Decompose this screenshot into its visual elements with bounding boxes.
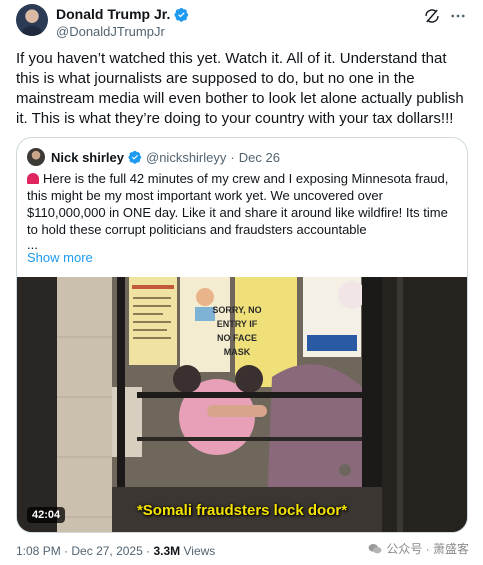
quoted-text: Here is the full 42 minutes of my crew a… — [27, 171, 449, 237]
author-handle[interactable]: @DonaldJTrumpJr — [56, 24, 165, 39]
tweet-date[interactable]: Dec 27, 2025 — [71, 544, 142, 558]
svg-text:NO FACE: NO FACE — [217, 333, 257, 343]
separator-dot: · — [230, 149, 235, 165]
siren-icon — [27, 173, 39, 184]
views-label: Views — [183, 544, 216, 558]
author-name-line: Donald Trump Jr. — [56, 6, 189, 22]
svg-text:ENTRY IF: ENTRY IF — [217, 319, 258, 329]
tweet-time[interactable]: 1:08 PM — [16, 544, 61, 558]
separator-dot: · — [64, 544, 69, 558]
video-caption: *Somali fraudsters lock door* — [136, 502, 348, 519]
quoted-tweet-header: Nick shirley @nickshirleyy · Dec 26 — [27, 148, 280, 166]
grok-icon[interactable] — [423, 7, 441, 25]
quoted-text-block: Here is the full 42 minutes of my crew a… — [27, 170, 459, 238]
quoted-author-name[interactable]: Nick shirley — [51, 150, 124, 165]
more-icon[interactable] — [449, 7, 467, 25]
tweet-text: If you haven’t watched this yet. Watch i… — [16, 50, 464, 127]
views-count: 3.3M — [153, 544, 181, 558]
watermark: 公众号 · 萧盛客 — [368, 540, 469, 557]
video-frame: SORRY, NO ENTRY IF NO FACE MASK — [17, 277, 467, 532]
quoted-date[interactable]: Dec 26 — [239, 150, 280, 165]
quoted-tweet[interactable]: Nick shirley @nickshirleyy · Dec 26 Here… — [16, 137, 468, 533]
separator-dot: · — [146, 544, 151, 558]
sign-text: SORRY, NO — [212, 305, 261, 315]
show-more-link[interactable]: Show more — [27, 250, 93, 265]
wechat-icon — [368, 543, 382, 553]
verified-badge-icon — [128, 150, 142, 164]
quoted-author-handle: @nickshirleyy — [146, 149, 227, 165]
video-player[interactable]: SORRY, NO ENTRY IF NO FACE MASK 42:04 *S… — [17, 277, 467, 532]
avatar[interactable] — [16, 4, 48, 36]
author-name[interactable]: Donald Trump Jr. — [56, 6, 170, 22]
verified-badge-icon — [174, 7, 189, 22]
tweet-meta: 1:08 PM · Dec 27, 2025 · 3.3M Views — [16, 544, 215, 558]
tweet-header: Donald Trump Jr. @DonaldJTrumpJr — [16, 4, 467, 44]
svg-text:MASK: MASK — [224, 347, 251, 357]
quoted-avatar[interactable] — [27, 148, 45, 166]
watermark-text: 公众号 · 萧盛客 — [386, 542, 469, 556]
